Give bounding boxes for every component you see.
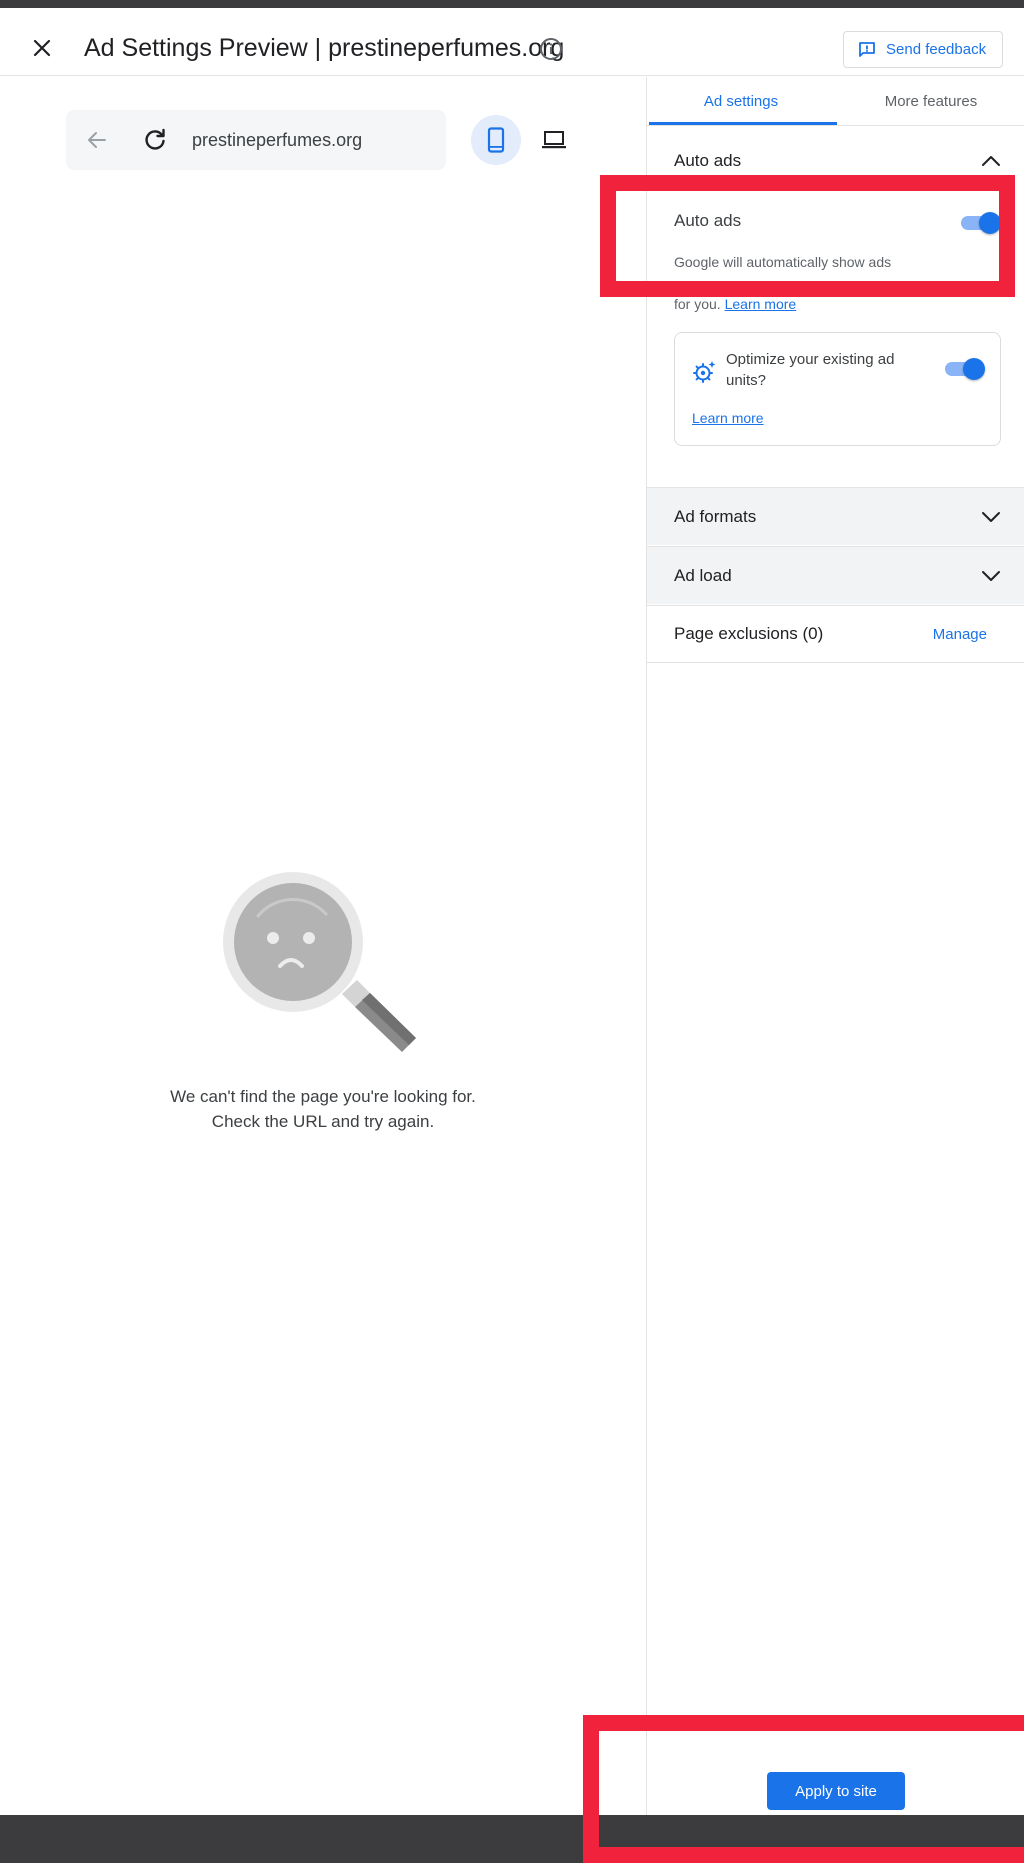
info-icon[interactable] [539,37,563,61]
optimize-ad-units-toggle[interactable] [945,358,985,380]
optimize-gear-icon [693,361,716,383]
close-icon [33,39,51,57]
tabs-divider [647,125,1024,126]
tab-ad-settings[interactable]: Ad settings [647,77,835,125]
url-text[interactable]: prestineperfumes.org [192,128,362,152]
ad-formats-section-header[interactable]: Ad formats [647,487,1024,545]
desktop-view-button[interactable] [529,115,579,165]
back-arrow-icon[interactable] [84,127,110,153]
send-feedback-label: Send feedback [886,41,987,58]
system-status-strip [0,0,1024,8]
annotation-highlight-box [583,1715,1024,1863]
optimize-learn-more-link[interactable]: Learn more [692,408,764,428]
tab-more-features[interactable]: More features [837,77,1024,125]
auto-ads-description-end: for you. Learn more [674,294,796,315]
ad-load-section-header[interactable]: Ad load [647,546,1024,604]
send-feedback-button[interactable]: Send feedback [843,31,1003,68]
ad-settings-panel: Ad settings More features Auto ads Auto … [646,77,1024,1815]
reload-icon[interactable] [141,126,169,154]
smartphone-icon [487,127,505,153]
error-message-line-2: Check the URL and try again. [211,1112,435,1131]
header: Ad Settings Preview | prestineperfumes.o… [0,8,1024,76]
close-button[interactable] [22,28,62,68]
manage-exclusions-link[interactable]: Manage [933,626,987,643]
page-exclusions-title: Page exclusions (0) [674,624,824,643]
annotation-highlight-box [600,175,1015,297]
toggle-knob [963,358,985,380]
feedback-icon [859,41,875,57]
ad-load-title: Ad load [674,565,732,585]
laptop-icon [542,131,566,149]
auto-ads-description-tail: for you. [674,296,721,312]
ad-formats-title: Ad formats [674,506,757,526]
chevron-up-icon [982,156,1000,166]
auto-ads-section-title: Auto ads [674,151,742,170]
page-title: Ad Settings Preview | prestineperfumes.o… [84,34,565,62]
error-message-line-1: We can't find the page you're looking fo… [170,1087,476,1106]
auto-ads-learn-more-link[interactable]: Learn more [725,296,797,312]
optimize-ad-units-card: Optimize your existing ad units? Learn m… [674,332,1001,446]
chevron-down-icon [982,511,1000,522]
chevron-down-icon [982,570,1000,581]
sad-magnifier-illustration [223,872,416,1052]
page-exclusions-row: Page exclusions (0) Manage [647,605,1024,663]
optimize-ad-units-text: Optimize your existing ad units? [726,351,895,389]
mobile-view-button[interactable] [471,115,521,165]
